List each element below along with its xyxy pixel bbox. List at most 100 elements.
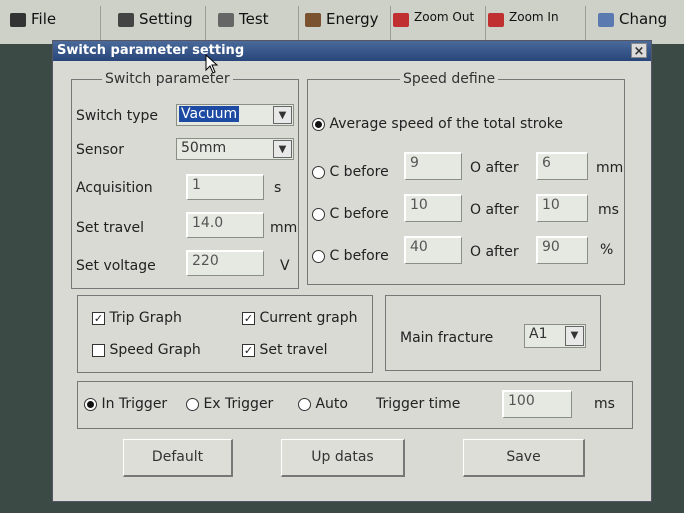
c-before-percent-option[interactable]: C before	[312, 248, 389, 264]
chevron-down-icon[interactable]: ▼	[273, 106, 292, 124]
o-after-mm-label: O after	[470, 160, 519, 176]
chevron-down-icon[interactable]: ▼	[273, 140, 292, 158]
switch-parameter-group: Switch parameter Switch type Vacuum ▼ Se…	[71, 71, 299, 289]
ex-trigger-option[interactable]: Ex Trigger	[186, 396, 273, 412]
o-after-ms-input[interactable]: 10	[536, 194, 588, 222]
c-before-mm-radio[interactable]	[312, 165, 325, 179]
save-button[interactable]: Save	[463, 439, 585, 477]
sensor-select[interactable]: 50mm ▼	[176, 138, 294, 160]
switch-type-value: Vacuum	[179, 106, 240, 122]
toolbar-change-button[interactable]: Chang	[598, 10, 667, 42]
speed-define-legend: Speed define	[400, 71, 499, 87]
zoom-out-label: Zoom Out	[414, 10, 475, 24]
in-trigger-label: In Trigger	[101, 396, 168, 412]
set-voltage-input[interactable]: 220	[186, 250, 264, 276]
graph-options-group: ✓ Trip Graph ✓ Current graph Speed Graph…	[77, 295, 373, 373]
average-speed-option[interactable]: Average speed of the total stroke	[312, 116, 563, 132]
switch-type-select[interactable]: Vacuum ▼	[176, 104, 294, 126]
trigger-time-input[interactable]: 100	[502, 390, 572, 418]
energy-label: Energy	[326, 10, 379, 28]
up-datas-button[interactable]: Up datas	[281, 439, 405, 477]
o-after-percent-label: O after	[470, 244, 519, 260]
auto-trigger-option[interactable]: Auto	[298, 396, 348, 412]
unit-mm-label: mm	[596, 160, 624, 176]
switch-type-label: Switch type	[76, 108, 159, 124]
app-icon	[10, 13, 26, 27]
c-before-ms-label: C before	[329, 206, 389, 222]
acquisition-unit: s	[274, 180, 282, 196]
current-graph-label: Current graph	[259, 310, 358, 326]
ex-trigger-label: Ex Trigger	[203, 396, 274, 412]
toolbar-test-button[interactable]: Test	[218, 10, 269, 42]
ex-trigger-radio[interactable]	[186, 397, 199, 411]
set-travel-graph-option[interactable]: ✓ Set travel	[242, 342, 328, 358]
trigger-time-unit: ms	[594, 396, 615, 412]
menu-file[interactable]: File	[10, 10, 56, 42]
current-graph-checkbox[interactable]: ✓	[242, 311, 255, 325]
energy-icon	[305, 13, 321, 27]
setting-label: Setting	[139, 10, 193, 28]
auto-trigger-radio[interactable]	[298, 397, 311, 411]
default-button[interactable]: Default	[123, 439, 233, 477]
close-button[interactable]: ×	[631, 43, 647, 59]
chevron-down-icon[interactable]: ▼	[565, 326, 584, 346]
c-before-mm-label: C before	[329, 164, 389, 180]
app-toolbar: File Setting Test Energy Zoom Out Zoom I…	[0, 0, 684, 44]
c-before-percent-radio[interactable]	[312, 249, 325, 263]
sensor-value: 50mm	[181, 140, 227, 156]
zoom-in-label: Zoom In	[509, 10, 559, 24]
toolbar-zoom-in-button[interactable]: Zoom In	[488, 10, 559, 42]
c-before-percent-label: C before	[329, 248, 389, 264]
speed-graph-label: Speed Graph	[109, 342, 201, 358]
trip-graph-option[interactable]: ✓ Trip Graph	[92, 310, 182, 326]
c-before-mm-input[interactable]: 9	[404, 152, 462, 180]
setting-icon	[118, 13, 134, 27]
unit-ms-label: ms	[598, 202, 619, 218]
switch-parameter-dialog: Switch parameter setting × Switch parame…	[52, 40, 652, 502]
dialog-titlebar[interactable]: Switch parameter setting ×	[53, 41, 651, 61]
set-travel-checkbox[interactable]: ✓	[242, 343, 255, 357]
sensor-label: Sensor	[76, 142, 124, 158]
set-travel-unit: mm	[270, 220, 298, 236]
toolbar-energy-button[interactable]: Energy	[305, 10, 379, 42]
average-speed-radio[interactable]	[312, 117, 325, 131]
toolbar-zoom-out-button[interactable]: Zoom Out	[393, 10, 474, 42]
acquisition-input[interactable]: 1	[186, 174, 264, 200]
acquisition-label: Acquisition	[76, 180, 153, 196]
c-before-ms-option[interactable]: C before	[312, 206, 389, 222]
trigger-group: In Trigger Ex Trigger Auto Trigger time …	[77, 381, 633, 429]
set-travel-input[interactable]: 14.0	[186, 212, 264, 238]
change-icon	[598, 13, 614, 27]
set-voltage-label: Set voltage	[76, 258, 156, 274]
in-trigger-option[interactable]: In Trigger	[84, 396, 167, 412]
c-before-mm-option[interactable]: C before	[312, 164, 389, 180]
main-fracture-group: Main fracture A1 ▼	[385, 295, 601, 371]
c-before-ms-input[interactable]: 10	[404, 194, 462, 222]
speed-graph-option[interactable]: Speed Graph	[92, 342, 201, 358]
change-label: Chang	[619, 10, 668, 28]
zoom-out-icon	[393, 13, 409, 27]
toolbar-setting-button[interactable]: Setting	[118, 10, 193, 42]
main-fracture-select[interactable]: A1 ▼	[524, 324, 586, 348]
test-icon	[218, 13, 234, 27]
speed-define-group: Speed define Average speed of the total …	[307, 71, 625, 285]
test-label: Test	[239, 10, 269, 28]
trigger-time-label: Trigger time	[376, 396, 461, 412]
set-travel-graph-label: Set travel	[259, 342, 328, 358]
current-graph-option[interactable]: ✓ Current graph	[242, 310, 357, 326]
c-before-ms-radio[interactable]	[312, 207, 325, 221]
trip-graph-checkbox[interactable]: ✓	[92, 311, 105, 325]
o-after-percent-input[interactable]: 90	[536, 236, 588, 264]
trip-graph-label: Trip Graph	[109, 310, 182, 326]
in-trigger-radio[interactable]	[84, 397, 97, 411]
c-before-percent-input[interactable]: 40	[404, 236, 462, 264]
unit-percent-label: %	[600, 242, 614, 258]
average-speed-label: Average speed of the total stroke	[329, 116, 563, 132]
set-voltage-unit: V	[280, 258, 290, 274]
main-fracture-value: A1	[529, 326, 548, 342]
mouse-cursor-icon	[205, 54, 219, 74]
o-after-ms-label: O after	[470, 202, 519, 218]
auto-trigger-label: Auto	[315, 396, 348, 412]
o-after-mm-input[interactable]: 6	[536, 152, 588, 180]
speed-graph-checkbox[interactable]	[92, 343, 105, 357]
